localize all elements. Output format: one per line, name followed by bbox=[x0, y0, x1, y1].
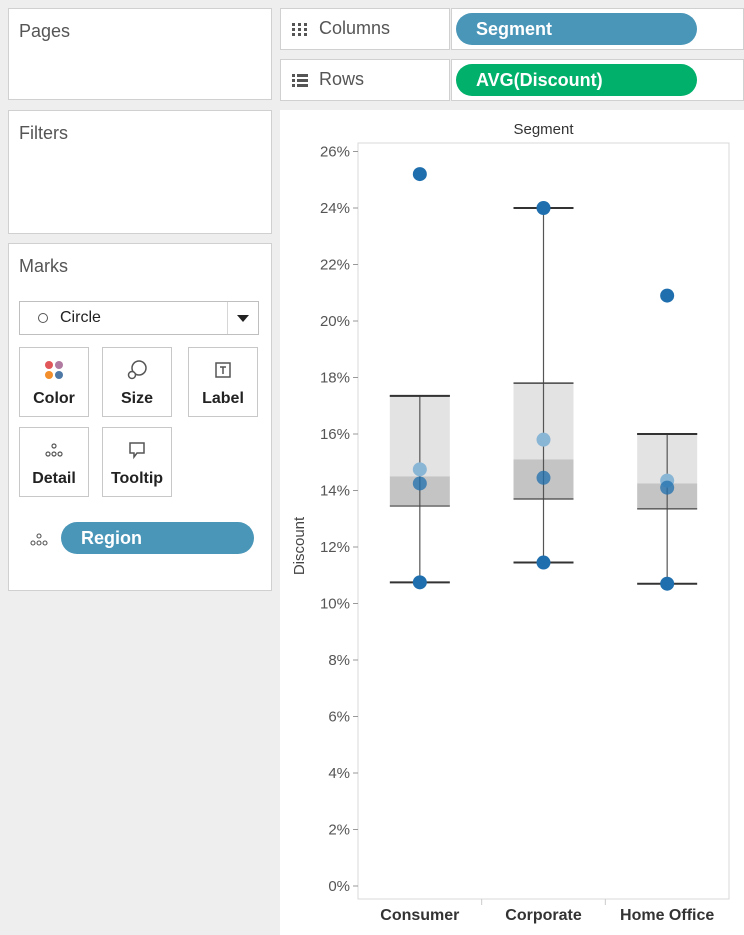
color-button-label: Color bbox=[33, 390, 75, 407]
detail-icon bbox=[20, 438, 88, 462]
label-button-label: Label bbox=[202, 390, 244, 407]
y-tick-label: 10% bbox=[320, 596, 350, 613]
filters-card[interactable]: Filters bbox=[8, 110, 272, 234]
tableau-workspace: Pages Filters Marks Circle Color Size La… bbox=[0, 0, 744, 935]
data-point bbox=[660, 480, 675, 495]
y-axis-title: Discount bbox=[291, 516, 308, 575]
label-icon bbox=[189, 358, 257, 382]
tooltip-button-label: Tooltip bbox=[110, 470, 164, 487]
detail-button-label: Detail bbox=[32, 470, 76, 487]
y-tick-label: 24% bbox=[320, 200, 350, 217]
rows-label: Rows bbox=[319, 69, 365, 89]
data-point bbox=[660, 288, 675, 303]
marks-title: Marks bbox=[19, 256, 68, 276]
y-tick-label: 8% bbox=[328, 652, 350, 669]
size-icon bbox=[103, 358, 171, 382]
marks-card: Marks Circle Color Size Label Detail Too… bbox=[8, 243, 272, 591]
tooltip-icon bbox=[103, 438, 171, 462]
pages-card[interactable]: Pages bbox=[8, 8, 272, 100]
y-tick-label: 20% bbox=[320, 313, 350, 330]
size-button-label: Size bbox=[120, 390, 153, 407]
box-plot-chart: Segment 0% 2% 4% 6% 8% 10% 12% 14% 16% 18% 20% 22% 24… bbox=[291, 121, 730, 924]
data-point bbox=[536, 201, 551, 215]
columns-label: Columns bbox=[319, 18, 391, 38]
y-tick-label: 16% bbox=[320, 426, 350, 443]
segment-pill[interactable]: Segment bbox=[456, 13, 697, 45]
chart-view: Segment 0% 2% 4% 6% 8% 10% 12% 14% 16% 18% 20% 22% 24… bbox=[280, 110, 744, 935]
data-point bbox=[412, 575, 427, 590]
y-tick-label: 18% bbox=[320, 370, 350, 387]
chevron-down-icon[interactable] bbox=[227, 302, 258, 334]
x-category-label: Home Office bbox=[620, 907, 714, 924]
x-category-label: Consumer bbox=[380, 907, 459, 924]
y-tick-label: 6% bbox=[328, 709, 350, 726]
chart-title: Segment bbox=[513, 121, 574, 138]
data-point bbox=[536, 432, 551, 447]
x-category-label: Corporate bbox=[505, 907, 582, 924]
y-tick-label: 14% bbox=[320, 483, 350, 500]
filters-title: Filters bbox=[19, 123, 68, 143]
y-tick-label: 2% bbox=[328, 822, 350, 839]
region-pill[interactable]: Region bbox=[61, 522, 254, 554]
columns-shelf: Columns bbox=[280, 8, 450, 50]
data-point bbox=[536, 470, 551, 485]
y-tick-label: 4% bbox=[328, 765, 350, 782]
rows-icon bbox=[291, 73, 309, 94]
data-point bbox=[412, 462, 427, 477]
data-point bbox=[660, 576, 675, 591]
rows-shelf: Rows bbox=[280, 59, 450, 101]
y-tick-label: 0% bbox=[328, 878, 350, 895]
mark-type-label: Circle bbox=[60, 309, 101, 326]
color-icon bbox=[20, 358, 88, 382]
data-point bbox=[412, 167, 427, 182]
data-point bbox=[412, 476, 427, 491]
label-button[interactable]: Label bbox=[188, 347, 258, 417]
avg-discount-pill[interactable]: AVG(Discount) bbox=[456, 64, 697, 96]
columns-icon bbox=[291, 22, 309, 43]
data-point bbox=[536, 555, 551, 570]
pages-title: Pages bbox=[19, 21, 71, 41]
y-tick-label: 26% bbox=[320, 144, 350, 161]
mark-type-dropdown[interactable]: Circle bbox=[19, 301, 259, 335]
y-tick-label: 22% bbox=[320, 257, 350, 274]
size-button[interactable]: Size bbox=[102, 347, 172, 417]
detail-icon bbox=[29, 532, 49, 553]
tooltip-button[interactable]: Tooltip bbox=[102, 427, 172, 497]
detail-button[interactable]: Detail bbox=[19, 427, 89, 497]
y-tick-label: 12% bbox=[320, 539, 350, 556]
color-button[interactable]: Color bbox=[19, 347, 89, 417]
circle-mark-icon bbox=[38, 313, 48, 323]
